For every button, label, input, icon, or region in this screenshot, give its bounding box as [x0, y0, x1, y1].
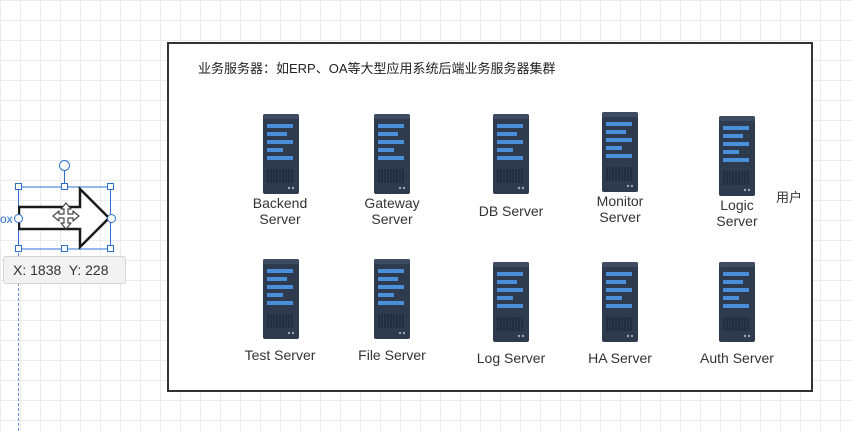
server-icon[interactable] — [492, 261, 530, 343]
resize-handle-s[interactable] — [61, 245, 68, 252]
connection-handle-e[interactable] — [107, 214, 116, 223]
server-icon[interactable] — [718, 115, 756, 197]
coordinate-tooltip: X: 1838 Y: 228 — [3, 256, 126, 284]
server-icon[interactable] — [601, 261, 639, 343]
resize-handle-nw[interactable] — [15, 183, 22, 190]
resize-handle-n[interactable] — [61, 183, 68, 190]
server-label-db: DB Server — [478, 203, 544, 219]
server-label-gateway: Gateway Server — [364, 195, 420, 227]
server-label-backend: Backend Server — [252, 195, 308, 227]
server-label-log: Log Server — [476, 350, 546, 366]
move-cursor-icon — [52, 202, 80, 230]
server-label-monitor: Monitor Server — [596, 193, 644, 225]
server-icon[interactable] — [601, 111, 639, 193]
server-icon[interactable] — [492, 113, 530, 195]
connection-handle-w[interactable] — [14, 214, 23, 223]
server-label-test: Test Server — [244, 347, 316, 363]
server-label-file: File Server — [358, 347, 426, 363]
partial-shape-label: ox — [0, 212, 13, 226]
server-icon[interactable] — [262, 113, 300, 195]
resize-handle-se[interactable] — [107, 245, 114, 252]
server-icon[interactable] — [373, 258, 411, 340]
rotate-handle-icon[interactable] — [59, 160, 70, 171]
resize-handle-sw[interactable] — [15, 245, 22, 252]
resize-handle-ne[interactable] — [107, 183, 114, 190]
container-title: 业务服务器：如ERP、OA等大型应用系统后端业务服务器集群 — [198, 61, 556, 76]
server-label-ha: HA Server — [588, 350, 652, 366]
server-label-auth: Auth Server — [700, 350, 774, 366]
server-icon[interactable] — [373, 113, 411, 195]
server-icon[interactable] — [718, 261, 756, 343]
server-icon[interactable] — [262, 258, 300, 340]
user-label: 用户 — [776, 190, 803, 205]
